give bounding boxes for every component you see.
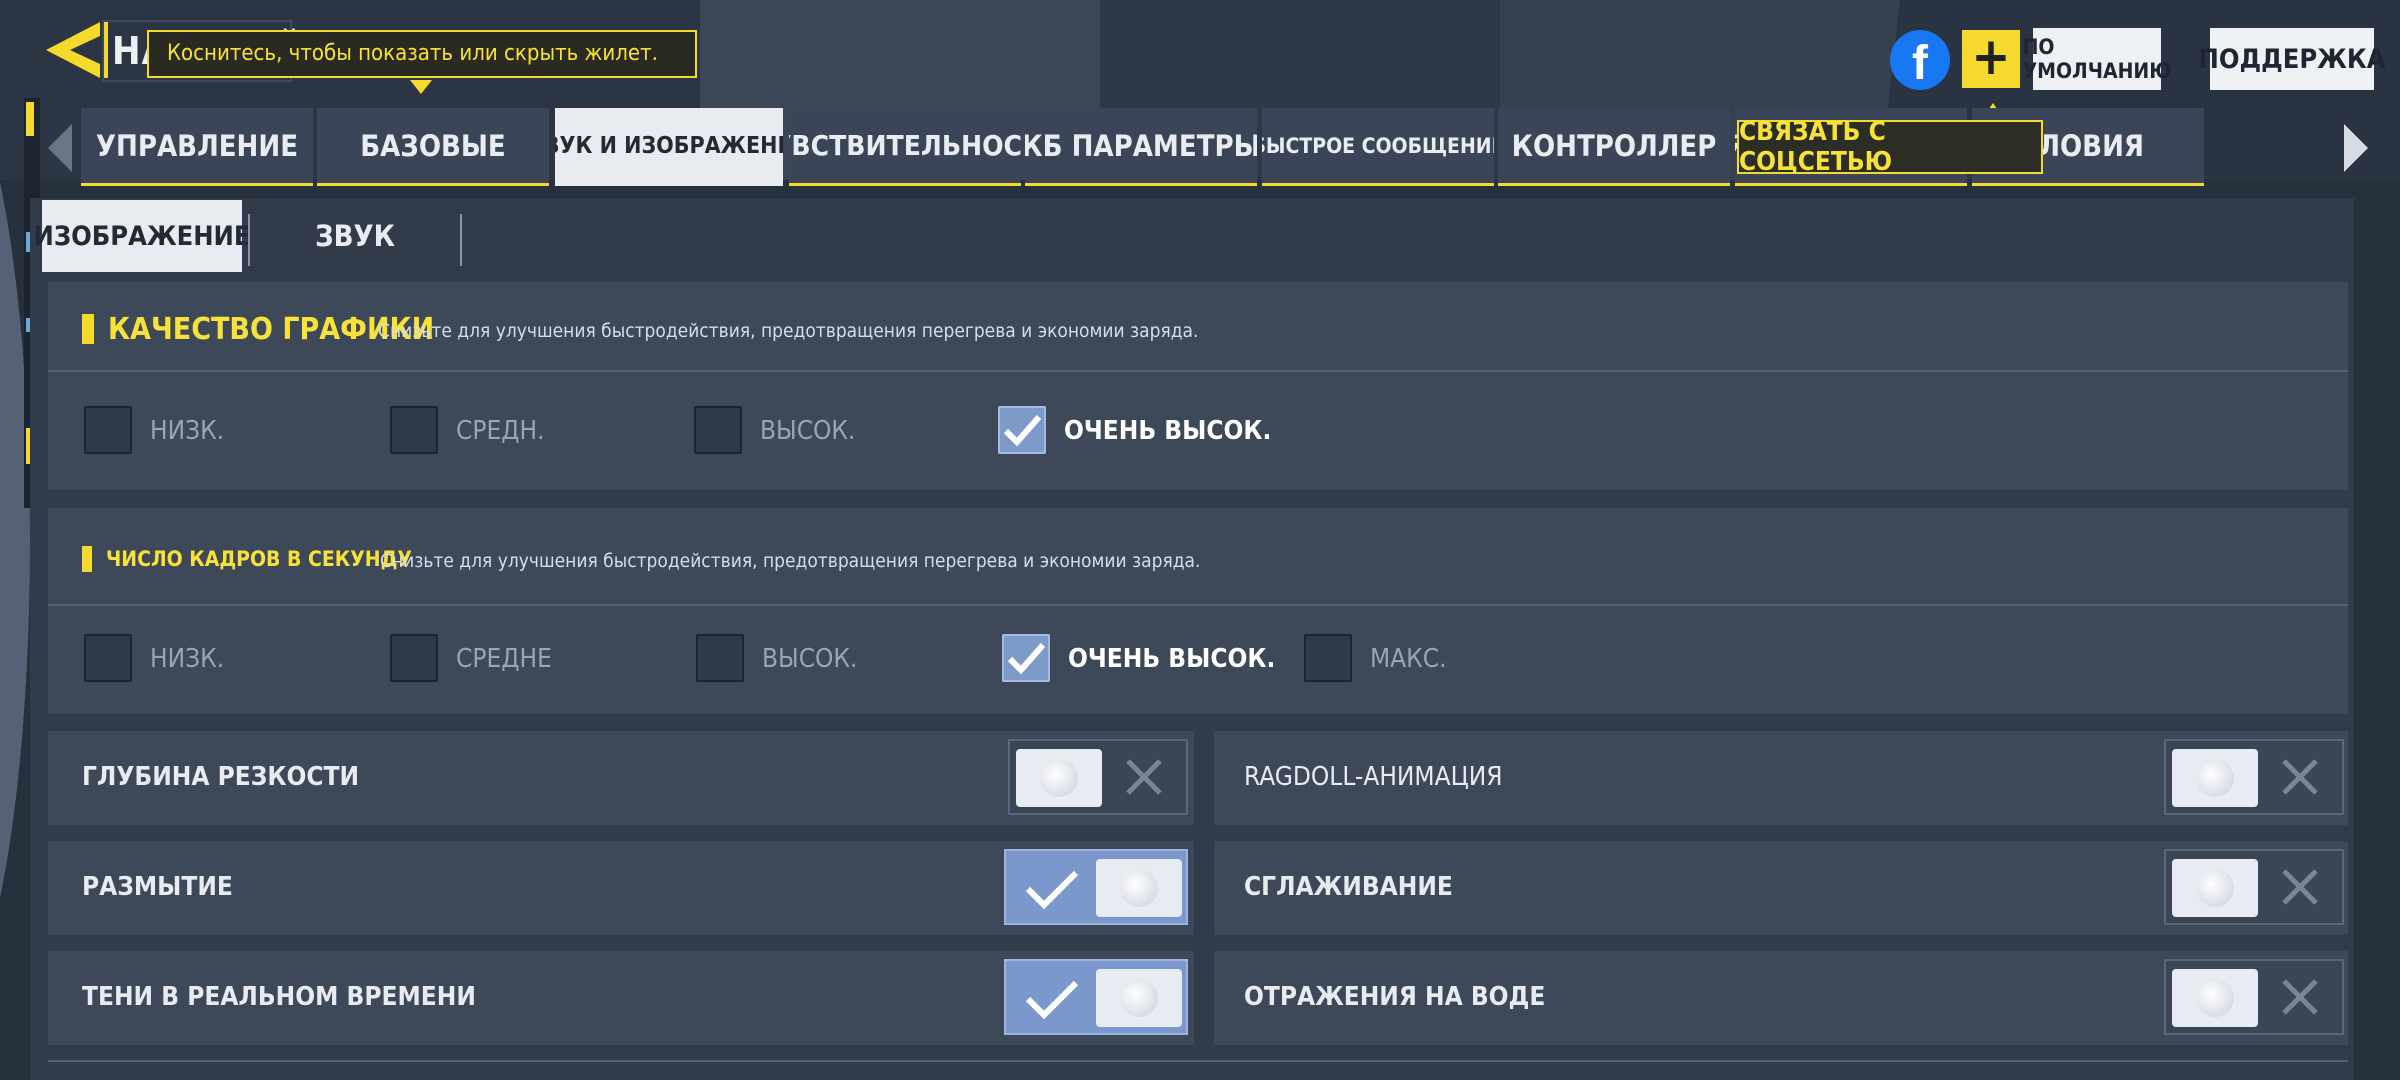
frame-rate-section	[48, 508, 2348, 714]
tab-sound-graphics[interactable]: ЗВУК И ИЗОБРАЖЕНИЕ	[555, 108, 783, 186]
section-divider	[48, 370, 2348, 372]
facebook-button[interactable]: f	[1890, 30, 1950, 90]
fps-high-label: ВЫСОК.	[762, 644, 858, 674]
tab-kb-params[interactable]: КБ ПАРАМЕТРЫ	[1025, 108, 1257, 186]
vest-tooltip: Коснитесь, чтобы показать или скрыть жил…	[147, 30, 697, 78]
water-reflections-label: ОТРАЖЕНИЯ НА ВОДЕ	[1244, 982, 1546, 1012]
reset-defaults-button[interactable]: ПО УМОЛЧАНИЮ	[2023, 28, 2171, 90]
realtime-shadows-toggle[interactable]	[1004, 959, 1188, 1035]
tab-sensitivity[interactable]: ЧУВСТВИТЕЛЬНОСТЬ	[789, 108, 1021, 186]
tab-quick-message[interactable]: БЫСТРОЕ СООБЩЕНИЕ	[1262, 108, 1494, 186]
quality-low-label: НИЗК.	[150, 416, 225, 446]
blur-toggle[interactable]	[1004, 849, 1188, 925]
frame-rate-title: ЧИСЛО КАДРОВ В СЕКУНДУ	[106, 547, 412, 571]
checkmark-icon	[1025, 870, 1079, 910]
support-button[interactable]: ПОДДЕРЖКА	[2198, 28, 2386, 90]
fps-very-high-checkbox[interactable]	[1002, 634, 1050, 682]
tab-basic[interactable]: БАЗОВЫЕ	[317, 108, 549, 186]
section-divider	[48, 604, 2348, 606]
toggle-knob	[2172, 749, 2258, 807]
toggle-knob	[1096, 969, 1182, 1027]
tab-scroll-right-icon[interactable]	[2338, 120, 2374, 176]
quality-high-label: ВЫСОК.	[760, 416, 856, 446]
water-reflections-toggle[interactable]	[2164, 959, 2344, 1035]
checkmark-icon	[1007, 643, 1046, 675]
close-icon	[2282, 979, 2318, 1015]
side-marker	[26, 102, 34, 136]
antialiasing-toggle[interactable]	[2164, 849, 2344, 925]
quality-medium-label: СРЕДН.	[456, 416, 545, 446]
ragdoll-toggle[interactable]	[2164, 739, 2344, 815]
fps-max-label: МАКС.	[1370, 644, 1447, 674]
subtab-image[interactable]: ИЗОБРАЖЕНИЕ	[34, 200, 250, 272]
close-icon	[2282, 869, 2318, 905]
antialiasing-label: СГЛАЖИВАНИЕ	[1244, 872, 1453, 902]
fps-high-checkbox[interactable]	[696, 634, 744, 682]
fps-low-label: НИЗК.	[150, 644, 225, 674]
fps-medium-label: СРЕДНЕ	[456, 644, 552, 674]
tab-controller[interactable]: КОНТРОЛЛЕР	[1498, 108, 1730, 186]
toggle-knob	[1016, 749, 1102, 807]
blur-label: РАЗМЫТИЕ	[82, 872, 233, 902]
quality-very-high-label: ОЧЕНЬ ВЫСОК.	[1064, 416, 1272, 446]
depth-of-field-toggle[interactable]	[1008, 739, 1188, 815]
fps-max-checkbox[interactable]	[1304, 634, 1352, 682]
back-arrow-icon[interactable]	[40, 18, 110, 82]
quality-very-high-checkbox[interactable]	[998, 406, 1046, 454]
quality-high-checkbox[interactable]	[694, 406, 742, 454]
fps-medium-checkbox[interactable]	[390, 634, 438, 682]
link-social-tooltip: СВЯЗАТЬ С СОЦСЕТЬЮ	[1737, 117, 2043, 177]
tab-scroll-left-icon[interactable]	[42, 120, 78, 176]
subtab-divider	[248, 214, 250, 266]
tooltip-pointer-icon	[410, 80, 432, 94]
quality-low-checkbox[interactable]	[84, 406, 132, 454]
checkmark-icon	[1025, 980, 1079, 1020]
section-divider	[48, 1060, 2348, 1062]
toggle-knob	[2172, 969, 2258, 1027]
checkmark-icon	[1003, 415, 1042, 447]
toggle-knob	[2172, 859, 2258, 917]
close-icon	[2282, 759, 2318, 795]
section-marker	[82, 314, 94, 344]
add-button[interactable]: +	[1962, 30, 2020, 88]
realtime-shadows-label: ТЕНИ В РЕАЛЬНОМ ВРЕМЕНИ	[82, 982, 476, 1012]
subtab-divider	[460, 214, 462, 266]
toggle-knob	[1096, 859, 1182, 917]
graphics-quality-description: Снизьте для улучшения быстродействия, пр…	[378, 320, 1199, 342]
subtab-sound[interactable]: ЗВУК	[270, 200, 440, 272]
ragdoll-label: RAGDOLL-АНИМАЦИЯ	[1244, 762, 1503, 792]
frame-rate-description: Снизьте для улучшения быстродействия, пр…	[380, 550, 1201, 572]
fps-low-checkbox[interactable]	[84, 634, 132, 682]
quality-medium-checkbox[interactable]	[390, 406, 438, 454]
fps-very-high-label: ОЧЕНЬ ВЫСОК.	[1068, 644, 1276, 674]
close-icon	[1126, 759, 1162, 795]
tab-controls[interactable]: УПРАВЛЕНИЕ	[81, 108, 313, 186]
section-marker	[82, 546, 92, 572]
facebook-icon: f	[1912, 36, 1928, 90]
depth-of-field-label: ГЛУБИНА РЕЗКОСТИ	[82, 762, 360, 792]
